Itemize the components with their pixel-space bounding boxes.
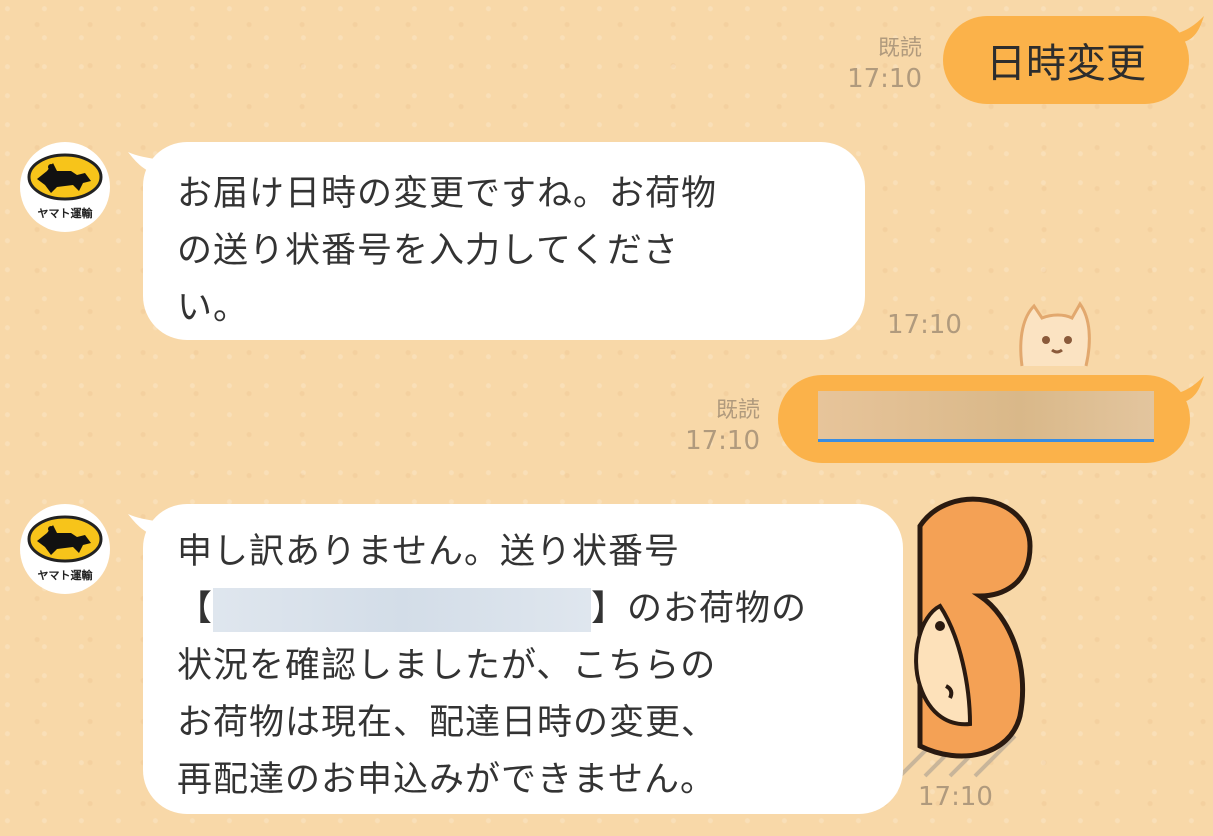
sender-label: ヤマト運輸: [37, 569, 93, 582]
received-bubble-request-number[interactable]: お届け日時の変更ですね。お荷物 の送り状番号を入力してくださ い。: [143, 142, 865, 340]
bubble-tail: [1170, 16, 1204, 42]
sender-avatar[interactable]: ヤマト運輸: [20, 142, 110, 232]
message-line: お荷物は現在、配達日時の変更、: [177, 703, 718, 743]
message-line-with-number: 【 】 のお荷物の: [177, 581, 807, 638]
message-line: い。: [177, 288, 250, 328]
message-time: 17:10: [685, 426, 760, 456]
redacted-tracking-number-link[interactable]: [213, 587, 592, 632]
sender-label: ヤマト運輸: [37, 207, 93, 220]
message-time: 17:10: [887, 310, 962, 340]
link-underline: [818, 439, 1154, 442]
bracket-open: 【: [177, 589, 214, 629]
message-line: 申し訳ありません。送り状番号: [177, 532, 680, 572]
message-line: 状況を確認しましたが、こちらの: [177, 646, 717, 686]
read-status-2: 既読 17:10: [678, 396, 760, 456]
black-cat-logo-icon: [27, 153, 103, 201]
message-time: 17:10: [918, 782, 993, 812]
read-label: 既読: [715, 398, 760, 423]
sent-bubble-tracking-number[interactable]: [778, 375, 1190, 463]
read-status-1: 既読 17:10: [840, 34, 922, 94]
bracket-close: 】: [591, 589, 628, 629]
received-bubble-cannot-change[interactable]: 申し訳ありません。送り状番号 【 】 のお荷物の 状況を確認しましたが、こちらの…: [143, 504, 903, 814]
message-line-tail: のお荷物の: [627, 589, 808, 629]
sender-avatar[interactable]: ヤマト運輸: [20, 504, 110, 594]
cat-peek-sticker-icon: [1019, 301, 1091, 367]
message-line: の送り状番号を入力してくださ: [177, 231, 679, 271]
bubble-tail: [1170, 376, 1204, 402]
redacted-tracking-number: [818, 391, 1154, 441]
message-line: お届け日時の変更ですね。お荷物: [177, 174, 718, 214]
black-cat-logo-icon: [27, 515, 103, 563]
squirrel-sticker-icon: [898, 496, 1033, 778]
message-text: 日時変更: [986, 41, 1146, 87]
read-label: 既読: [877, 36, 922, 61]
message-line: 再配達のお申込みができません。: [177, 760, 716, 800]
message-time: 17:10: [847, 64, 922, 94]
sent-bubble-date-change[interactable]: 日時変更: [943, 16, 1189, 104]
